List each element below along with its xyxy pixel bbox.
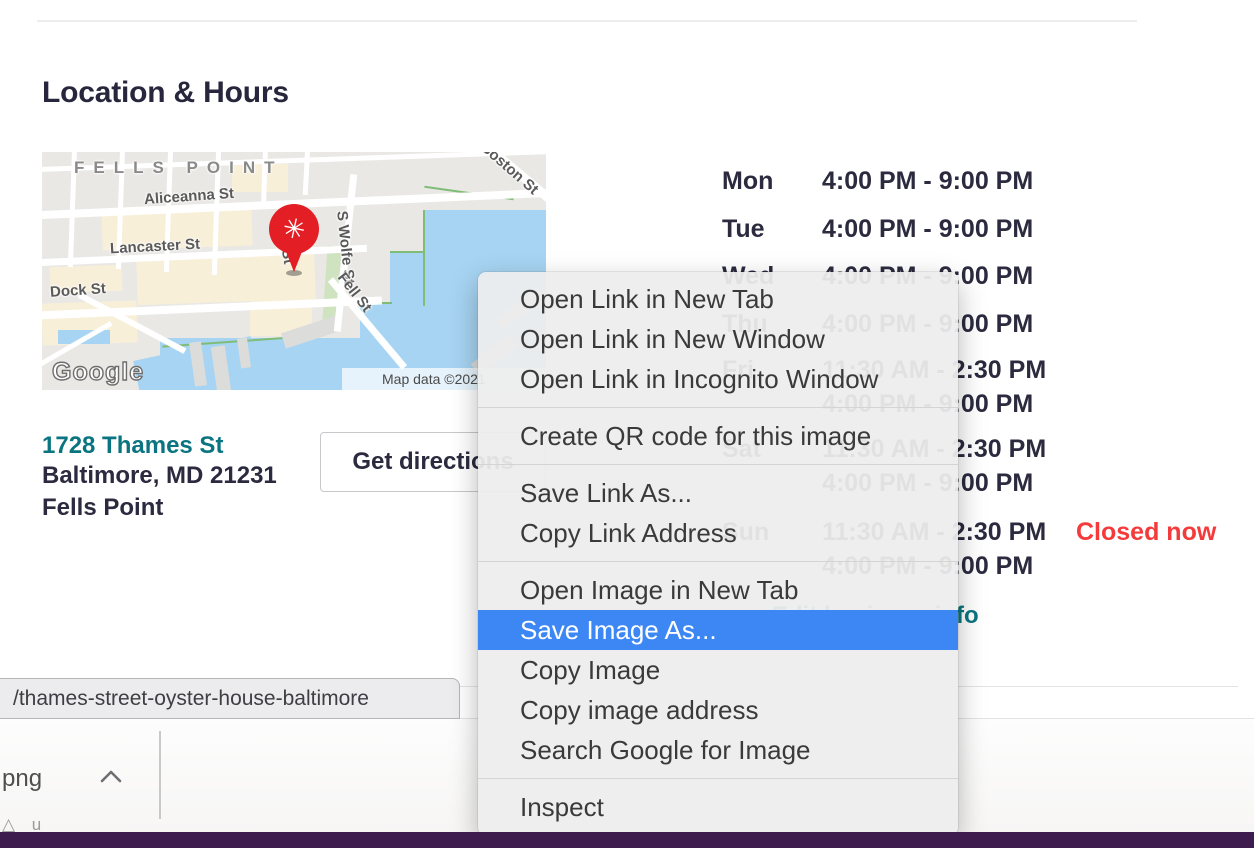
google-logo: Google (52, 358, 144, 387)
context-menu-item-inspect[interactable]: Inspect (478, 787, 958, 827)
context-menu: Open Link in New TabOpen Link in New Win… (478, 272, 958, 835)
map-shoreline (390, 251, 425, 253)
hours-day-tue: Tue (722, 215, 765, 244)
context-menu-item-open-image-in-new-tab[interactable]: Open Image in New Tab (478, 570, 958, 610)
hours-day-mon: Mon (722, 167, 773, 196)
menu-separator (478, 464, 958, 465)
yelp-location-hours-page: Location & Hours (0, 0, 1254, 848)
street-label-dock: Dock St (49, 280, 106, 301)
context-menu-item-copy-link-address[interactable]: Copy Link Address (478, 513, 958, 553)
context-menu-item-open-link-in-incognito-window[interactable]: Open Link in Incognito Window (478, 359, 958, 399)
page-title: Location & Hours (42, 76, 289, 110)
context-menu-item-save-image-as[interactable]: Save Image As... (478, 610, 958, 650)
context-menu-item-open-link-in-new-tab[interactable]: Open Link in New Tab (478, 279, 958, 319)
context-menu-item-search-google-for-image[interactable]: Search Google for Image (478, 730, 958, 770)
top-divider (37, 20, 1137, 22)
context-menu-item-save-link-as[interactable]: Save Link As... (478, 473, 958, 513)
map-road (303, 152, 311, 195)
bottom-purple-bar (0, 832, 1254, 848)
yelp-burst-icon: ✳ (264, 199, 323, 258)
context-menu-item-copy-image[interactable]: Copy Image (478, 650, 958, 690)
menu-separator (478, 778, 958, 779)
context-menu-item-open-link-in-new-window[interactable]: Open Link in New Window (478, 319, 958, 359)
hours-time: 4:00 PM - 9:00 PM (822, 167, 1033, 196)
address-city: Baltimore, MD 21231 (42, 462, 277, 490)
menu-separator (478, 407, 958, 408)
map-neighborhood-label: FELLS POINT (74, 158, 284, 178)
menu-separator (478, 561, 958, 562)
open-status-badge: Closed now (1076, 518, 1216, 547)
link-preview-text: /thames-street-oyster-house-baltimore (13, 687, 369, 711)
address-link[interactable]: 1728 Thames St (42, 432, 223, 460)
business-map[interactable]: FELLS POINT Aliceanna St Lancaster St Do… (42, 152, 546, 390)
status-bar-link-preview: /thames-street-oyster-house-baltimore (0, 678, 460, 719)
download-file-label[interactable]: png (2, 765, 42, 793)
chevron-up-icon[interactable] (98, 767, 124, 790)
context-menu-item-create-qr-code-for-this-image[interactable]: Create QR code for this image (478, 416, 958, 456)
map-shoreline (423, 210, 425, 306)
map-pin-icon: ✳ (268, 204, 320, 282)
map-attribution: Map data ©2021 (382, 371, 486, 387)
shelf-divider (159, 731, 161, 819)
address-neighborhood: Fells Point (42, 494, 163, 522)
hours-time: 4:00 PM - 9:00 PM (822, 215, 1033, 244)
context-menu-item-copy-image-address[interactable]: Copy image address (478, 690, 958, 730)
